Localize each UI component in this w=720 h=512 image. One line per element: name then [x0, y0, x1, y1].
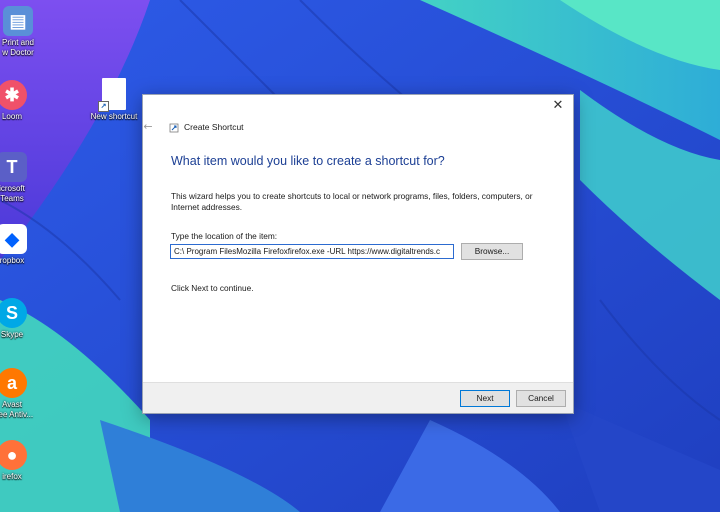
next-button[interactable]: Next — [460, 390, 510, 407]
desktop-icon-new-shortcut[interactable]: ↗ New shortcut — [82, 78, 146, 122]
shortcut-wizard-icon — [169, 123, 179, 133]
desktop-icon-label: icrosoft Teams — [0, 184, 25, 203]
close-icon[interactable]: ✕ — [549, 97, 567, 115]
desktop-icon-label: Skype — [0, 330, 24, 339]
dropbox-icon: ◆ — [0, 224, 27, 254]
wizard-title: Create Shortcut — [184, 122, 244, 132]
document-icon: ▤ — [3, 6, 33, 36]
desktop-icon-firefox[interactable]: ● irefox — [0, 440, 44, 482]
desktop-icon-label: irefox — [2, 472, 22, 481]
blank-file-icon: ↗ — [98, 78, 126, 112]
loom-icon: ✱ — [0, 80, 27, 110]
wizard-heading: What item would you like to create a sho… — [171, 154, 445, 168]
desktop-icon-label: Loom — [1, 112, 22, 121]
desktop-icon-print-and-new-doctor[interactable]: ▤ Print and w Doctor — [0, 6, 50, 58]
desktop-icon-label: New shortcut — [90, 112, 138, 121]
desktop-icon-skype[interactable]: S Skype — [0, 298, 44, 340]
wizard-description: This wizard helps you to create shortcut… — [171, 191, 533, 212]
desktop-icon-label: Avast Free Antiv... — [0, 400, 34, 419]
back-arrow-icon[interactable]: ← — [141, 120, 155, 134]
teams-icon: T — [0, 152, 27, 182]
cancel-button[interactable]: Cancel — [516, 390, 566, 407]
location-input[interactable] — [170, 244, 454, 259]
create-shortcut-dialog: ✕ ← Create Shortcut What item would you … — [142, 94, 574, 414]
avast-icon: a — [0, 368, 27, 398]
firefox-icon: ● — [0, 440, 27, 470]
desktop-icon-label: ropbox — [0, 256, 25, 265]
desktop-icon-loom[interactable]: ✱ Loom — [0, 80, 44, 122]
skype-icon: S — [0, 298, 27, 328]
desktop-icon-label: Print and w Doctor — [1, 38, 35, 57]
desktop-icon-dropbox[interactable]: ◆ ropbox — [0, 224, 44, 266]
dialog-titlebar[interactable]: ✕ — [143, 95, 573, 119]
desktop-icon-microsoft-teams[interactable]: T icrosoft Teams — [0, 152, 44, 204]
location-label: Type the location of the item: — [171, 231, 278, 241]
browse-button[interactable]: Browse... — [461, 243, 523, 260]
desktop-icon-avast[interactable]: a Avast Free Antiv... — [0, 368, 44, 420]
continue-hint: Click Next to continue. — [171, 283, 254, 293]
shortcut-arrow-icon: ↗ — [98, 101, 109, 112]
dialog-footer: Next Cancel — [143, 382, 573, 413]
